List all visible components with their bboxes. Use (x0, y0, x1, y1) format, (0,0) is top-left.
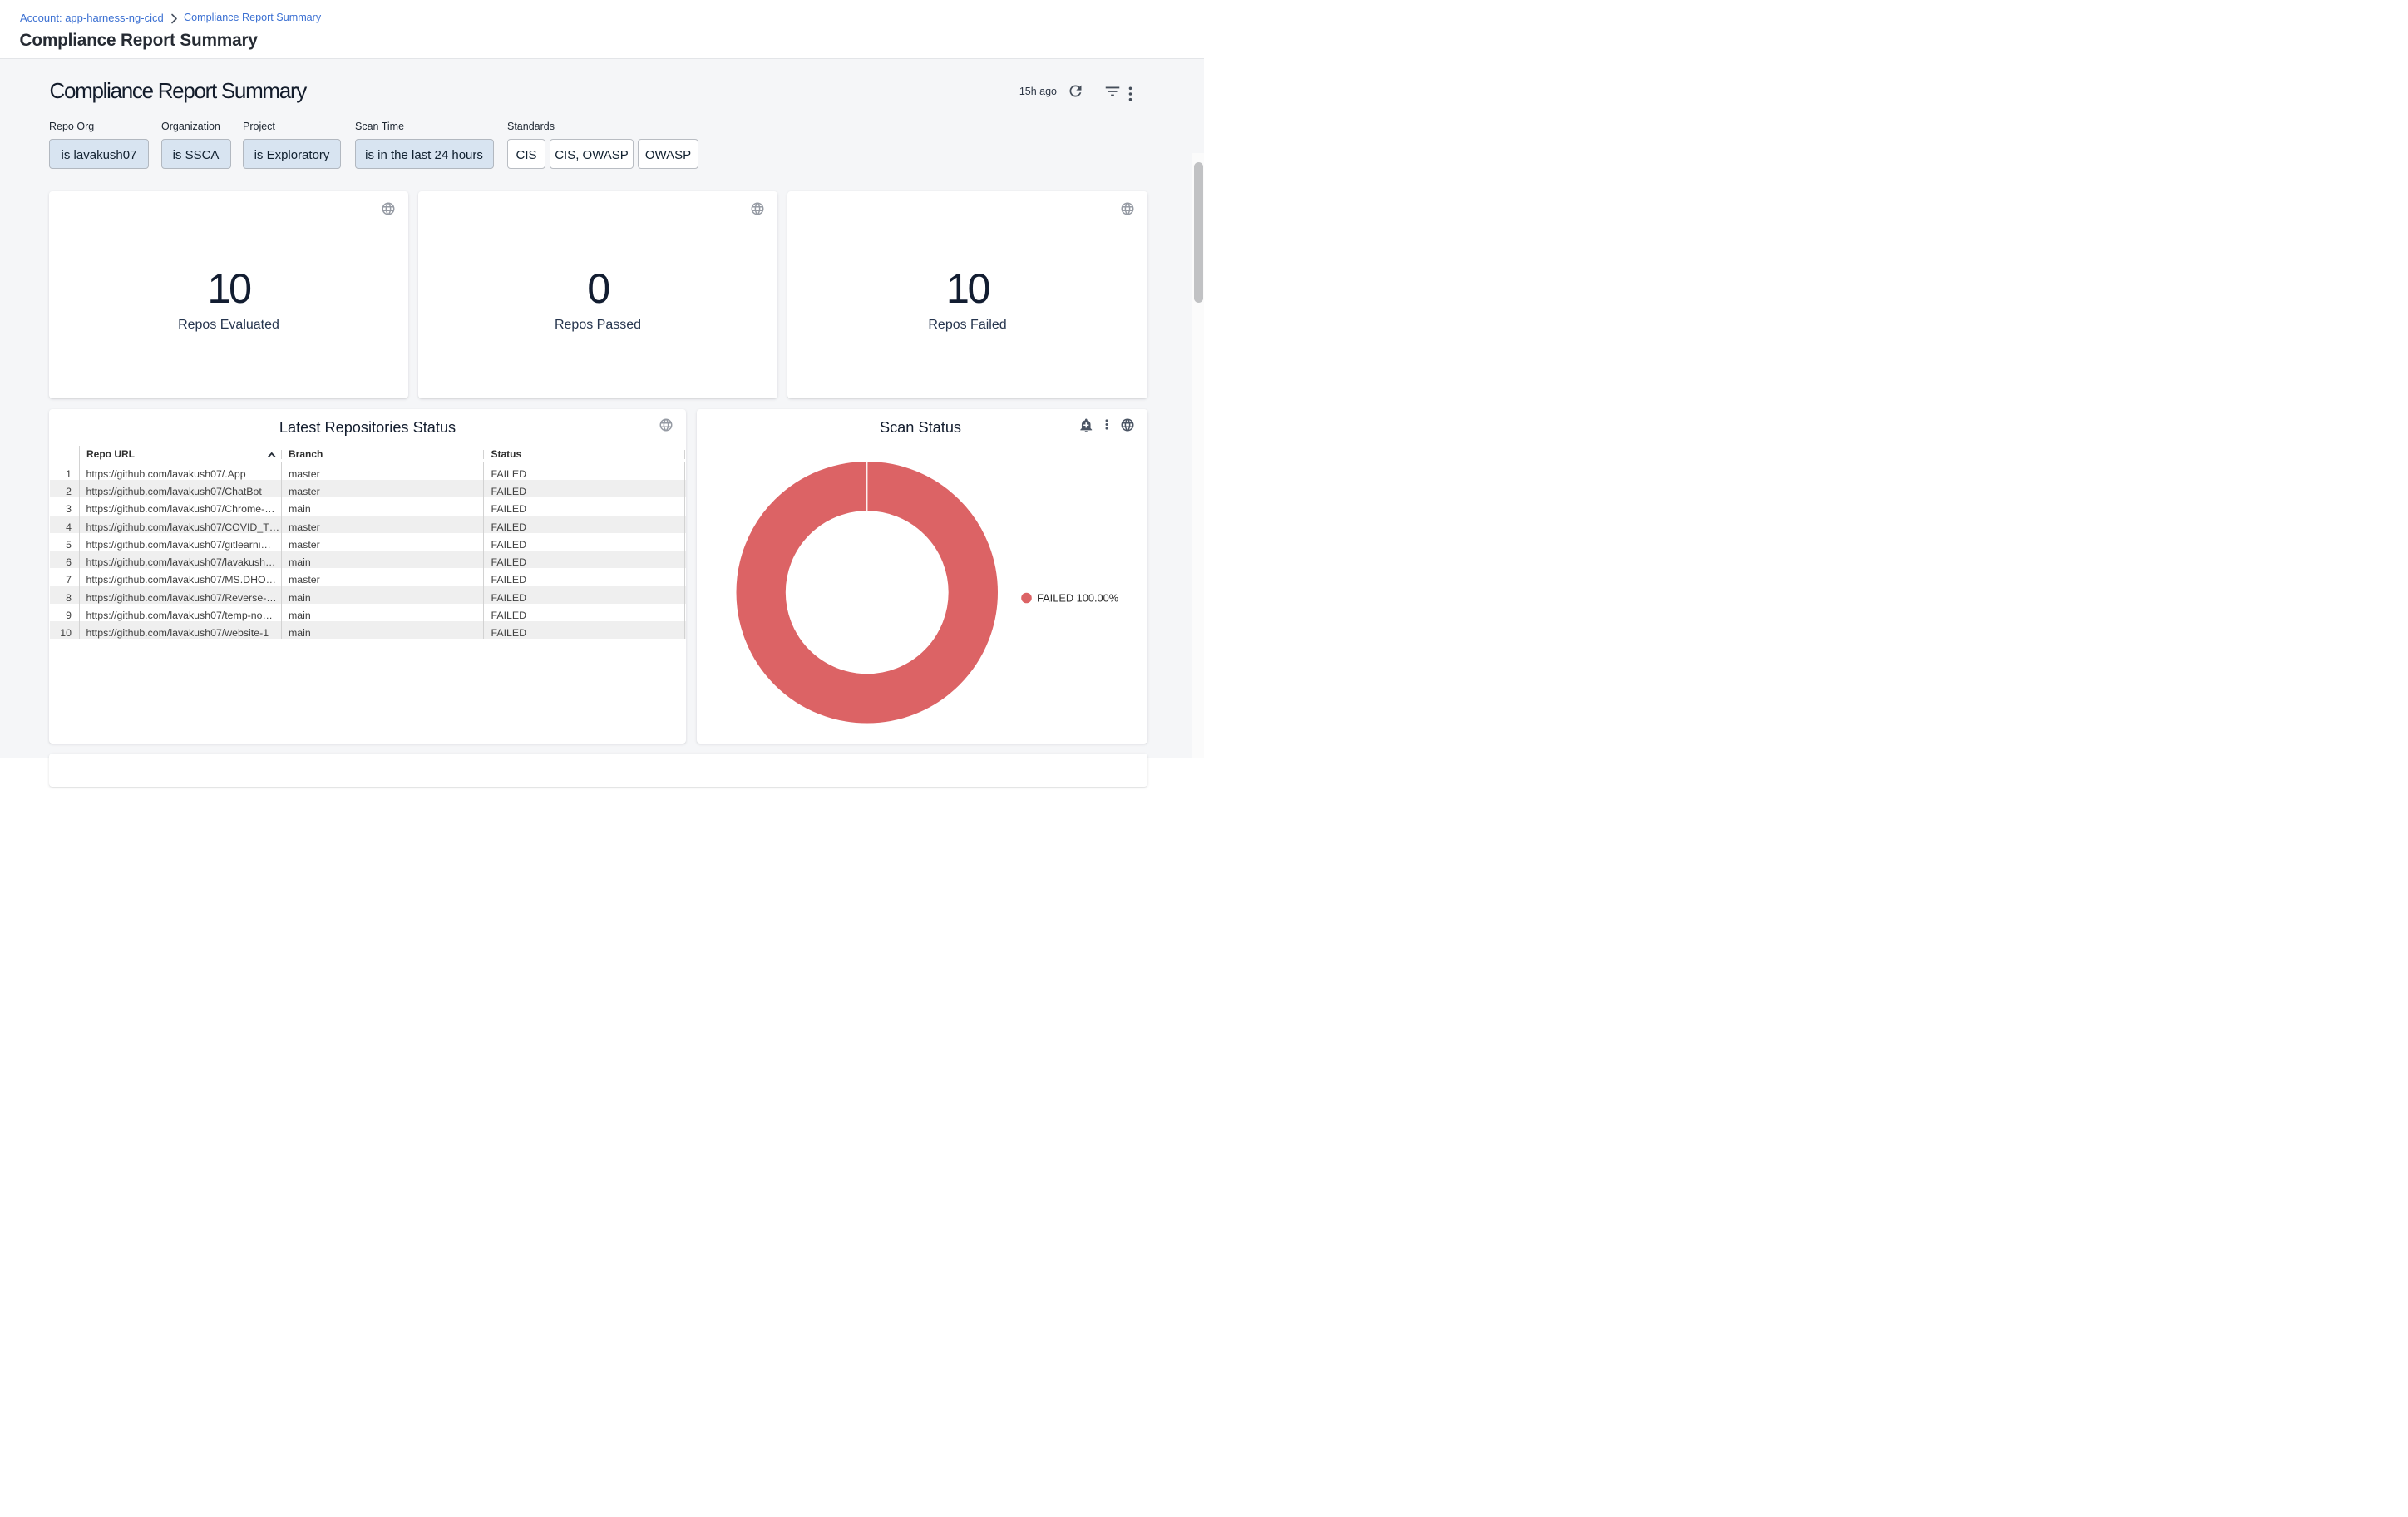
svg-text:FAILED 100.00%: FAILED 100.00% (1037, 592, 1118, 605)
